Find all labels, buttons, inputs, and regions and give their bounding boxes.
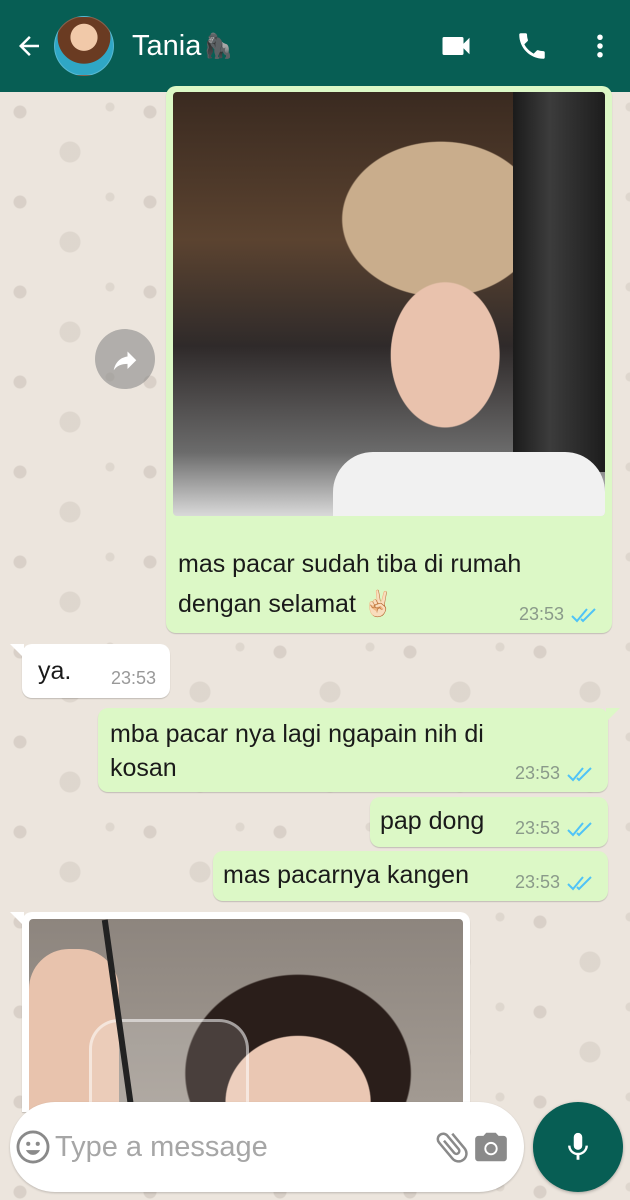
camera-button[interactable] (472, 1128, 510, 1166)
message-meta: 23:53 (111, 668, 156, 689)
more-vert-icon (597, 34, 603, 58)
read-ticks-icon (566, 765, 594, 783)
photo-cup (89, 1019, 249, 1112)
message-meta: 23:53 (515, 763, 594, 784)
forward-button[interactable] (95, 329, 155, 389)
message-meta: 23:53 (515, 818, 594, 839)
read-ticks-icon (566, 820, 594, 838)
phone-icon (519, 33, 545, 59)
message-meta: 23:53 (519, 604, 598, 625)
message-text: mas pacarnya kangen (223, 861, 469, 889)
message-outgoing-text[interactable]: mas pacarnya kangen 23:53 (213, 851, 608, 901)
attach-button[interactable] (432, 1127, 472, 1167)
back-arrow-icon (19, 36, 39, 56)
image-caption-line-1: mas pacar sudah tiba di rumah (178, 550, 522, 578)
message-incoming-text[interactable]: ya. 23:53 (10, 644, 170, 698)
message-meta: 23:53 (515, 872, 594, 893)
chat-header: Tania 🦍 (0, 0, 630, 92)
voice-call-button[interactable] (494, 0, 570, 92)
avatar[interactable] (54, 16, 114, 76)
video-call-button[interactable] (418, 0, 494, 92)
mic-icon (568, 1132, 588, 1160)
video-call-icon (442, 37, 470, 55)
read-ticks-icon (570, 606, 598, 624)
read-ticks-icon (566, 874, 594, 892)
message-outgoing-text[interactable]: pap dong 23:53 (370, 797, 608, 847)
photo-thumbnail[interactable] (29, 919, 463, 1112)
message-composer (10, 1102, 524, 1192)
message-incoming-image[interactable] (10, 912, 470, 1112)
message-time: 23:53 (514, 872, 560, 892)
contact-name-text: Tania (132, 29, 202, 62)
image-caption-line-2: dengan selamat ✌🏻 (178, 590, 394, 618)
voice-message-button[interactable] (533, 1102, 623, 1192)
message-time: 23:53 (514, 818, 560, 838)
photo-thumbnail[interactable] (173, 92, 605, 516)
message-input[interactable] (55, 1130, 432, 1164)
photo-shirt (333, 452, 605, 516)
emoji-icon (16, 1130, 49, 1164)
message-text: pap dong (380, 807, 485, 835)
emoji-button[interactable] (10, 1128, 55, 1166)
forward-icon (113, 351, 137, 371)
back-button[interactable] (4, 0, 54, 92)
contact-name[interactable]: Tania 🦍 (132, 30, 418, 63)
photo-window-frame (513, 92, 605, 472)
contact-name-emoji: 🦍 (203, 32, 234, 60)
attach-icon (436, 1132, 468, 1163)
message-outgoing-image[interactable]: mas pacar sudah tiba di rumah dengan sel… (166, 86, 612, 633)
camera-icon (475, 1132, 507, 1162)
message-time: 23:53 (518, 604, 564, 624)
message-text-line-1: mba pacar nya lagi ngapain nih di (110, 720, 484, 748)
message-text-line-2: kosan (110, 754, 177, 782)
message-text: ya. (38, 657, 72, 685)
more-options-button[interactable] (570, 0, 630, 92)
message-time: 23:53 (110, 668, 156, 688)
message-time: 23:53 (514, 763, 560, 783)
message-outgoing-text[interactable]: mba pacar nya lagi ngapain nih di kosan … (98, 708, 620, 792)
